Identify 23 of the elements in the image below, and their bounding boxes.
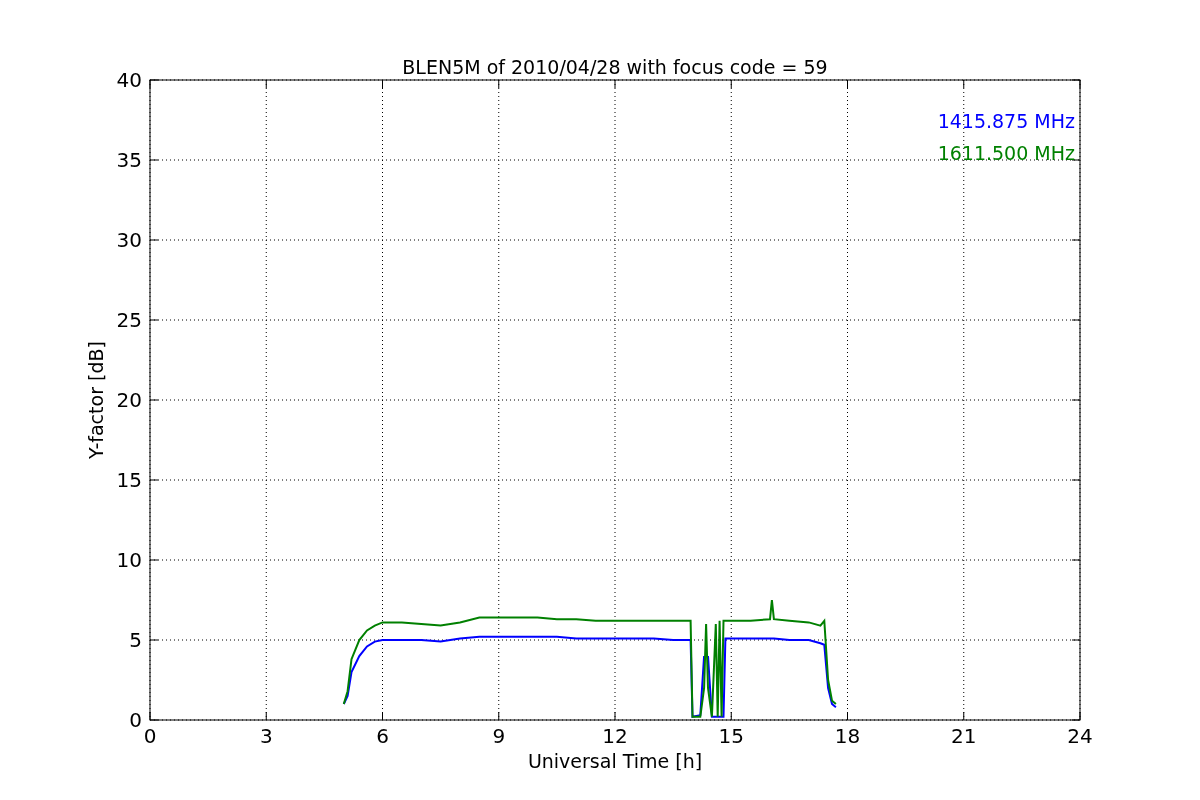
tick-label: 15 bbox=[116, 468, 142, 492]
tick-label: 12 bbox=[602, 724, 628, 748]
tick-label: 15 bbox=[718, 724, 744, 748]
chart-title: BLEN5M of 2010/04/28 with focus code = 59 bbox=[402, 56, 828, 78]
axis-label: Universal Time [h] bbox=[527, 750, 703, 772]
tick-label: 18 bbox=[834, 724, 861, 748]
tick-label: 3 bbox=[259, 724, 273, 748]
tick-label: 24 bbox=[1067, 724, 1093, 748]
axis-label: Y-factor [dB] bbox=[85, 341, 107, 459]
tick-label: 0 bbox=[129, 708, 142, 732]
tick-label: 35 bbox=[116, 148, 142, 172]
legend-label: 1611.500 MHz bbox=[937, 142, 1075, 164]
tick-label: 30 bbox=[116, 228, 142, 252]
tick-label: 40 bbox=[116, 68, 142, 92]
tick-label: 0 bbox=[143, 724, 157, 748]
tick-label: 6 bbox=[376, 724, 389, 748]
tick-label: 20 bbox=[116, 388, 142, 412]
legend-label: 1415.875 MHz bbox=[937, 110, 1075, 132]
tick-label: 10 bbox=[116, 548, 142, 572]
tick-label: 5 bbox=[129, 628, 142, 652]
tick-label: 21 bbox=[951, 724, 977, 748]
tick-label: 25 bbox=[116, 308, 142, 332]
tick-label: 9 bbox=[492, 724, 506, 748]
